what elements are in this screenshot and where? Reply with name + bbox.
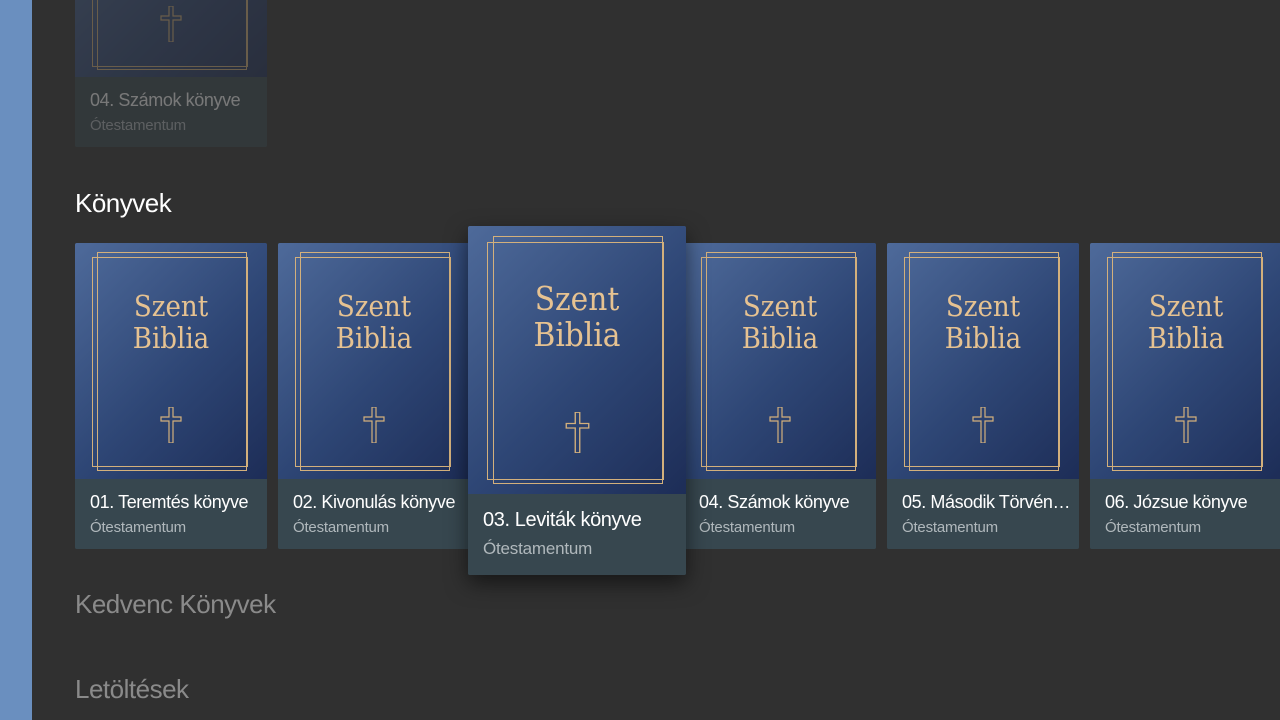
cover-title-line2: Biblia (132, 320, 210, 355)
cover-title: Szent Biblia (684, 289, 876, 355)
book-cover: Szent Biblia (278, 243, 470, 479)
book-card-4[interactable]: Szent Biblia 04. Számok könyve Ótestamen… (684, 243, 876, 549)
cover-title: Szent Biblia (1090, 289, 1280, 355)
cover-title-line2: Biblia (533, 315, 621, 355)
book-cover: Szent Biblia (75, 243, 267, 479)
book-card-prev-04[interactable]: 04. Számok könyve Ótestamentum (75, 0, 267, 147)
cross-icon (159, 6, 183, 42)
row-header-downloads[interactable]: Letöltések (75, 674, 189, 705)
book-card-3[interactable]: Szent Biblia 03. Leviták könyve Ótestame… (468, 226, 686, 575)
cover-title-line2: Biblia (741, 320, 819, 355)
cover-title-line2: Biblia (944, 320, 1022, 355)
book-subtitle: Ótestamentum (483, 539, 593, 558)
book-cover (75, 0, 267, 77)
cover-title-line2: Biblia (335, 320, 413, 355)
cover-title-line1: Szent (534, 279, 620, 318)
cover-title-line1: Szent (742, 289, 818, 323)
book-title: 06. Józsue könyve (1105, 492, 1248, 512)
book-cover: Szent Biblia (887, 243, 1079, 479)
cross-icon (564, 412, 591, 453)
cover-title-line2: Biblia (1147, 320, 1225, 355)
book-subtitle: Ótestamentum (90, 117, 186, 134)
cover-title-line1: Szent (336, 289, 412, 323)
cover-title-line1: Szent (133, 289, 209, 323)
cover-title: Szent Biblia (468, 279, 686, 355)
cross-icon (971, 407, 995, 443)
book-title: 04. Számok könyve (699, 492, 850, 512)
book-subtitle: Ótestamentum (1105, 519, 1201, 536)
cross-icon (362, 407, 386, 443)
cover-title: Szent Biblia (75, 289, 267, 355)
book-cover: Szent Biblia (684, 243, 876, 479)
book-subtitle: Ótestamentum (902, 519, 998, 536)
cover-title-line1: Szent (1148, 289, 1224, 323)
book-card-1[interactable]: Szent Biblia 01. Teremtés könyve Ótestam… (75, 243, 267, 549)
book-cover: Szent Biblia (1090, 243, 1280, 479)
book-card-6[interactable]: Szent Biblia 06. Józsue könyve Ótestamen… (1090, 243, 1280, 549)
cover-title: Szent Biblia (887, 289, 1079, 355)
book-card-2[interactable]: Szent Biblia 02. Kivonulás könyve Ótesta… (278, 243, 470, 549)
book-subtitle: Ótestamentum (293, 519, 389, 536)
cover-title-line1: Szent (945, 289, 1021, 323)
book-title: 01. Teremtés könyve (90, 492, 249, 512)
cross-icon (1174, 407, 1198, 443)
book-title: 04. Számok könyve (90, 90, 241, 110)
row-header-books: Könyvek (75, 188, 172, 218)
book-title: 05. Második Törvénykönyv (902, 492, 1071, 512)
cross-icon (159, 407, 183, 443)
book-subtitle: Ótestamentum (699, 519, 795, 536)
cross-icon (768, 407, 792, 443)
book-title: 03. Leviták könyve (483, 509, 642, 531)
row-header-favorites[interactable]: Kedvenc Könyvek (75, 589, 276, 620)
book-title: 02. Kivonulás könyve (293, 492, 456, 512)
cover-title: Szent Biblia (278, 289, 470, 355)
sidebar-rail[interactable] (0, 0, 32, 720)
book-subtitle: Ótestamentum (90, 519, 186, 536)
book-cover: Szent Biblia (468, 226, 686, 494)
book-card-5[interactable]: Szent Biblia 05. Második Törvénykönyv Ót… (887, 243, 1079, 549)
